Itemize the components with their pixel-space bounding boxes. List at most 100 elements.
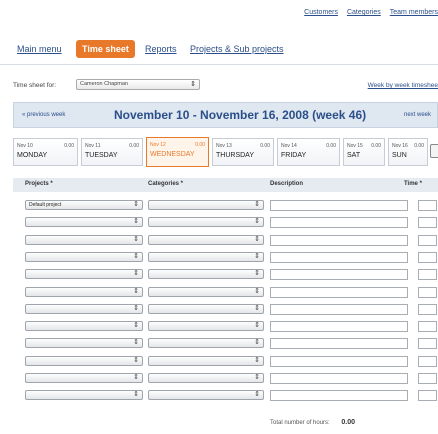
day-name: SAT xyxy=(347,152,361,159)
project-select[interactable]: ⇕ xyxy=(25,235,143,245)
category-select[interactable]: ⇕ xyxy=(148,321,264,331)
description-input[interactable] xyxy=(270,217,408,228)
category-select[interactable]: ⇕ xyxy=(148,390,264,400)
column-projects: Projects * xyxy=(25,181,53,187)
description-input[interactable] xyxy=(270,200,408,211)
project-select[interactable]: ⇕ xyxy=(25,217,143,227)
day-tab-monday[interactable]: Nov 10 0.00 MONDAY xyxy=(13,138,78,166)
day-tab-tuesday[interactable]: Nov 11 0.00 TUESDAY xyxy=(81,138,143,166)
project-select[interactable]: ⇕ xyxy=(25,321,143,331)
category-select[interactable]: ⇕ xyxy=(148,338,264,348)
description-input[interactable] xyxy=(270,269,408,280)
select-arrow-icon: ⇕ xyxy=(133,305,139,312)
category-select[interactable]: ⇕ xyxy=(148,217,264,227)
timesheet-for-label: Time sheet for: xyxy=(13,82,57,89)
time-input[interactable] xyxy=(418,373,437,384)
time-input[interactable] xyxy=(418,390,437,401)
team-members-link[interactable]: Team members xyxy=(390,9,438,16)
project-select-value: Default project xyxy=(29,202,62,208)
day-name: THURSDAY xyxy=(216,152,254,159)
description-input[interactable] xyxy=(270,235,408,246)
customers-link[interactable]: Customers xyxy=(304,9,338,16)
day-tab-wednesday[interactable]: Nov 12 0.00 WEDNESDAY xyxy=(146,137,209,167)
category-select[interactable]: ⇕ xyxy=(148,356,264,366)
categories-link[interactable]: Categories xyxy=(347,9,381,16)
table-row: ⇕ ⇕ xyxy=(13,338,438,349)
table-row: ⇕ ⇕ xyxy=(13,287,438,298)
nav-projects[interactable]: Projects & Sub projects xyxy=(190,44,284,54)
select-arrow-icon: ⇕ xyxy=(254,357,260,364)
category-select[interactable]: ⇕ xyxy=(148,304,264,314)
day-tab-thursday[interactable]: Nov 13 0.00 THURSDAY xyxy=(212,138,274,166)
day-tab-friday[interactable]: Nov 14 0.00 FRIDAY xyxy=(277,138,340,166)
total-hours-label: Total number of hours: xyxy=(270,420,330,426)
time-input[interactable] xyxy=(418,321,437,332)
table-row: ⇕ ⇕ xyxy=(13,321,438,332)
select-arrow-icon: ⇕ xyxy=(254,339,260,346)
time-input[interactable] xyxy=(418,217,437,228)
day-hours: 0.00 xyxy=(64,143,74,149)
week-by-week-link[interactable]: Week by week timeshee xyxy=(368,82,438,89)
nav-reports[interactable]: Reports xyxy=(145,44,177,54)
select-arrow-icon: ⇕ xyxy=(254,201,260,208)
time-input[interactable] xyxy=(418,338,437,349)
table-row: ⇕ ⇕ xyxy=(13,269,438,280)
project-select[interactable]: ⇕ xyxy=(25,252,143,262)
day-tab-saturday[interactable]: Nov 15 0.00 SAT xyxy=(343,138,385,166)
table-row: ⇕ ⇕ xyxy=(13,390,438,401)
day-name: SUN xyxy=(392,152,407,159)
calendar-icon[interactable] xyxy=(430,144,438,158)
description-input[interactable] xyxy=(270,373,408,384)
column-time: Time * xyxy=(404,181,422,187)
category-select[interactable]: ⇕ xyxy=(148,200,264,210)
select-arrow-icon: ⇕ xyxy=(133,322,139,329)
category-select[interactable]: ⇕ xyxy=(148,269,264,279)
description-input[interactable] xyxy=(270,321,408,332)
category-select[interactable]: ⇕ xyxy=(148,252,264,262)
total-hours: Total number of hours: 0.00 xyxy=(270,419,355,426)
select-arrow-icon: ⇕ xyxy=(133,391,139,398)
table-row: ⇕ ⇕ xyxy=(13,235,438,246)
time-input[interactable] xyxy=(418,304,437,315)
time-input[interactable] xyxy=(418,200,437,211)
project-select[interactable]: ⇕ xyxy=(25,304,143,314)
select-arrow-icon: ⇕ xyxy=(133,374,139,381)
day-hours: 0.00 xyxy=(414,143,424,149)
day-hours: 0.00 xyxy=(195,142,205,148)
time-input[interactable] xyxy=(418,287,437,298)
description-input[interactable] xyxy=(270,390,408,401)
select-arrow-icon: ⇕ xyxy=(254,391,260,398)
description-input[interactable] xyxy=(270,304,408,315)
day-name: TUESDAY xyxy=(85,152,118,159)
description-input[interactable] xyxy=(270,338,408,349)
time-input[interactable] xyxy=(418,252,437,263)
time-input[interactable] xyxy=(418,235,437,246)
project-select[interactable]: ⇕ xyxy=(25,373,143,383)
project-select[interactable]: ⇕ xyxy=(25,390,143,400)
table-header: Projects * Categories * Description Time… xyxy=(13,178,438,192)
description-input[interactable] xyxy=(270,287,408,298)
select-arrow-icon: ⇕ xyxy=(133,288,139,295)
project-select[interactable]: ⇕ xyxy=(25,287,143,297)
day-date: Nov 13 xyxy=(216,143,232,149)
description-input[interactable] xyxy=(270,252,408,263)
time-input[interactable] xyxy=(418,356,437,367)
top-links: Customers Categories Team members xyxy=(297,9,438,16)
project-select[interactable]: Default project ⇕ xyxy=(25,200,143,210)
table-row: ⇕ ⇕ xyxy=(13,304,438,315)
previous-week-link[interactable]: « previous week xyxy=(22,112,65,118)
category-select[interactable]: ⇕ xyxy=(148,235,264,245)
project-select[interactable]: ⇕ xyxy=(25,338,143,348)
time-input[interactable] xyxy=(418,269,437,280)
next-week-link[interactable]: next week xyxy=(404,112,431,118)
select-arrow-icon: ⇕ xyxy=(254,236,260,243)
nav-main-menu[interactable]: Main menu xyxy=(17,44,62,54)
description-input[interactable] xyxy=(270,356,408,367)
category-select[interactable]: ⇕ xyxy=(148,287,264,297)
nav-time-sheet[interactable]: Time sheet xyxy=(76,40,135,58)
category-select[interactable]: ⇕ xyxy=(148,373,264,383)
day-tab-sunday[interactable]: Nov 16 0.00 SUN xyxy=(388,138,428,166)
project-select[interactable]: ⇕ xyxy=(25,269,143,279)
member-select[interactable]: Cameron Chapman ⇕ xyxy=(76,79,200,90)
project-select[interactable]: ⇕ xyxy=(25,356,143,366)
